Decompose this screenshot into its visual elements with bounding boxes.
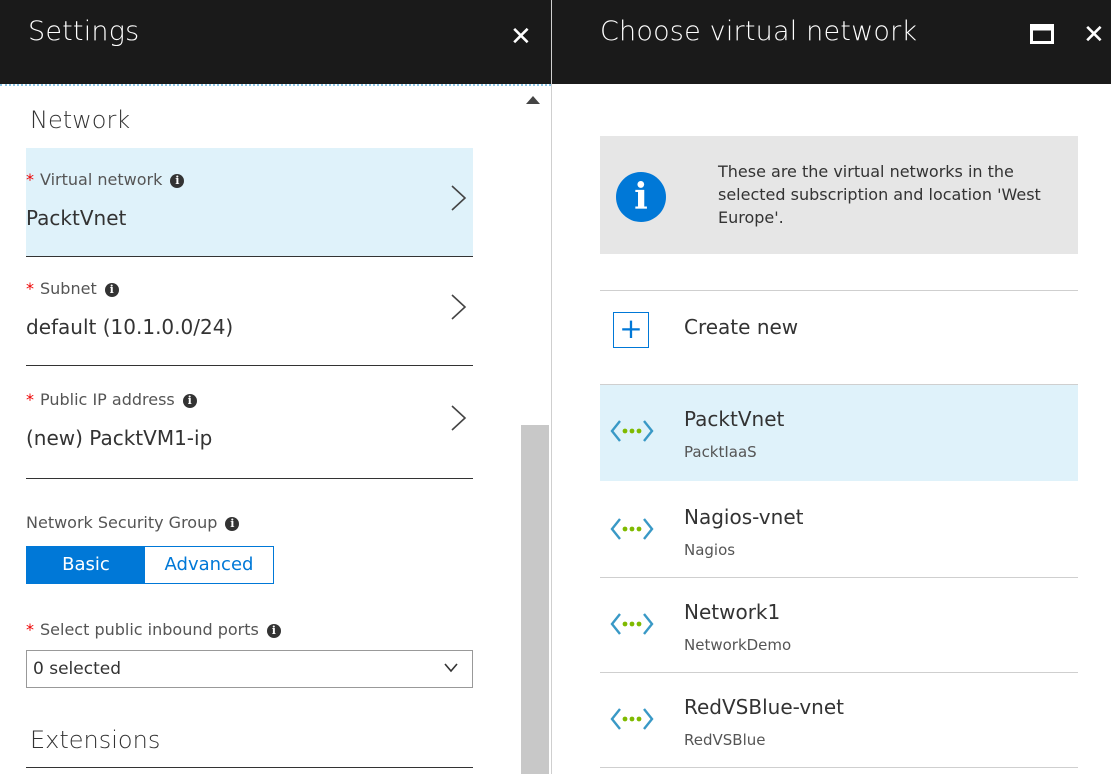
virtual-network-icon [610,613,654,635]
plus-icon: + [613,312,649,348]
choose-vnet-blade: Choose virtual network ✕ i These are the… [552,0,1111,774]
vnet-name: Network1 [684,600,781,624]
info-banner-text: These are the virtual networks in the se… [718,162,1041,227]
create-new-button[interactable]: + Create new [600,290,1078,384]
scroll-up-icon[interactable] [526,96,540,104]
public-ip-label: Public IP address [40,390,175,409]
info-icon[interactable]: i [225,517,240,531]
inbound-ports-value: 0 selected [33,659,121,679]
info-circle-icon: i [616,172,666,222]
public-ip-value: (new) PacktVM1-ip [26,426,213,450]
nsg-toggle: Basic Advanced [26,546,274,584]
nsg-advanced-option[interactable]: Advanced [145,547,273,583]
virtual-network-field[interactable]: * Virtual network i PacktVnet [26,148,473,256]
choose-vnet-title: Choose virtual network [600,16,918,47]
vnet-resource-group: RedVSBlue [684,731,766,749]
inbound-ports-label-row: * Select public inbound ports i [26,620,281,639]
nsg-label: Network Security Group [26,513,218,532]
settings-close-icon[interactable]: ✕ [510,24,532,50]
virtual-network-icon [610,708,654,730]
network-section-title: Network [30,106,131,134]
chevron-down-icon [444,663,458,673]
required-marker: * [26,620,34,639]
maximize-icon[interactable] [1030,24,1054,44]
vnet-name: Nagios-vnet [684,505,804,529]
vnet-name: PacktVnet [684,407,785,431]
public-ip-field[interactable]: * Public IP address i (new) PacktVM1-ip [26,368,473,476]
settings-header: Settings ✕ [0,0,551,84]
choose-vnet-header: Choose virtual network ✕ [552,0,1111,84]
subnet-field[interactable]: * Subnet i default (10.1.0.0/24) [26,257,473,365]
subnet-label-row: * Subnet i [26,279,119,298]
chevron-right-icon [451,405,467,431]
header-divider [0,84,551,86]
info-icon[interactable]: i [104,283,119,297]
chevron-right-icon [451,294,467,320]
field-divider [26,365,473,366]
nsg-basic-option[interactable]: Basic [27,547,145,583]
public-ip-label-row: * Public IP address i [26,390,197,409]
virtual-network-value: PacktVnet [26,206,127,230]
info-icon[interactable]: i [182,394,197,408]
vnet-name: RedVSBlue-vnet [684,695,844,719]
settings-title: Settings [28,16,140,47]
scrollbar-thumb[interactable] [521,425,549,774]
vnet-list-item[interactable]: RedVSBlue-vnet RedVSBlue [600,673,1078,767]
chevron-right-icon [451,185,467,211]
required-marker: * [26,390,34,409]
nsg-label-row: Network Security Group i [26,513,240,532]
subnet-label: Subnet [40,279,97,298]
info-icon[interactable]: i [170,174,185,188]
vnet-resource-group: Nagios [684,541,736,559]
virtual-network-label-row: * Virtual network i [26,170,185,189]
create-new-label: Create new [684,315,799,339]
extensions-section-title: Extensions [30,726,161,754]
required-marker: * [26,279,34,298]
field-divider [26,767,473,768]
required-marker: * [26,170,34,189]
virtual-network-label: Virtual network [40,170,163,189]
subnet-value: default (10.1.0.0/24) [26,315,234,339]
vnet-resource-group: PacktIaaS [684,443,757,461]
vnet-list-item[interactable]: PacktVnet PacktIaaS [600,385,1078,481]
inbound-ports-dropdown[interactable]: 0 selected [26,650,473,688]
vnet-list-item[interactable]: Nagios-vnet Nagios [600,483,1078,577]
inbound-ports-label: Select public inbound ports [40,620,259,639]
choose-vnet-close-icon[interactable]: ✕ [1083,22,1105,48]
field-divider [26,478,473,479]
virtual-network-icon [610,420,654,442]
virtual-network-icon [610,518,654,540]
settings-blade: Settings ✕ Network * Virtual network i Pac… [0,0,552,774]
info-banner: i These are the virtual networks in the … [600,136,1078,254]
vnet-resource-group: NetworkDemo [684,636,792,654]
vnet-list-item[interactable]: Network1 NetworkDemo [600,578,1078,672]
info-icon[interactable]: i [266,624,281,638]
list-divider [600,767,1078,768]
